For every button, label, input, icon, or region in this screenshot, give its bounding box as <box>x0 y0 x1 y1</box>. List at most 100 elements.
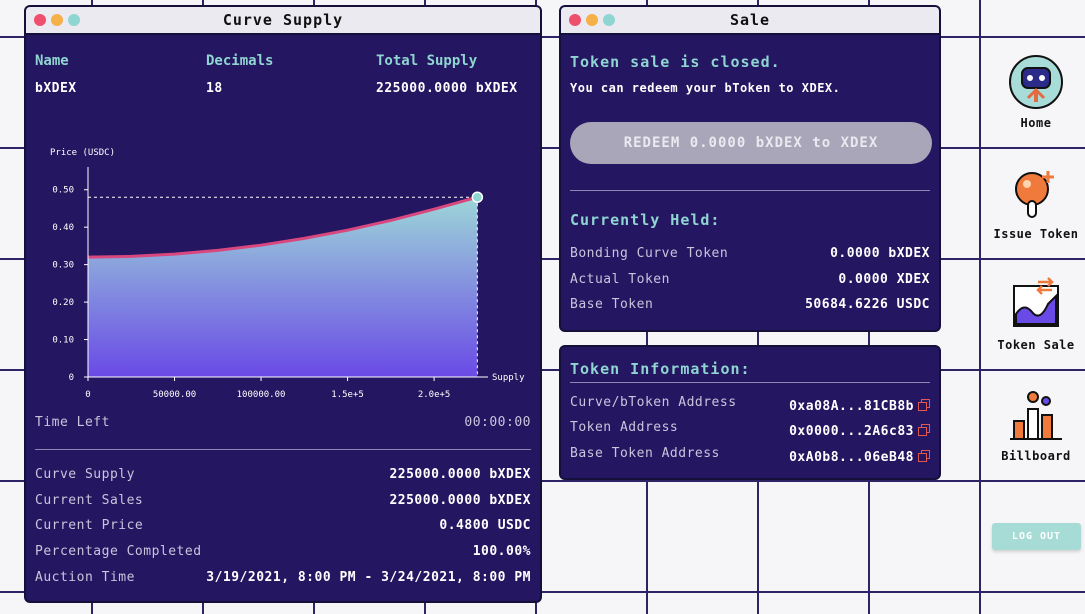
y-tick-label: 0.50 <box>52 186 74 196</box>
sale-titlebar: Sale <box>561 7 939 35</box>
time-left-row: Time Left 00:00:00 <box>35 415 531 430</box>
address-value: 0xa08A...81CB8b <box>789 399 914 414</box>
held-row: Bonding Curve Token 0.0000 bXDEX <box>570 246 930 261</box>
stat-value: 225000.0000 bXDEX <box>389 467 531 482</box>
copy-icon[interactable] <box>918 450 930 462</box>
token-header-labels: Name Decimals Total Supply <box>35 53 531 73</box>
x-tick-label: 2.0e+5 <box>418 390 451 400</box>
curve-supply-title: Curve Supply <box>222 11 344 29</box>
y-tick-label: 0.20 <box>52 298 74 308</box>
held-value: 0.0000 bXDEX <box>830 246 930 261</box>
close-dot[interactable] <box>569 14 581 26</box>
address-label: Curve/bToken Address <box>570 395 737 410</box>
robot-home-icon <box>1009 55 1063 109</box>
held-label: Actual Token <box>570 272 670 287</box>
address-label: Token Address <box>570 420 679 435</box>
chart-area-group <box>87 191 484 377</box>
held-row: Actual Token 0.0000 XDEX <box>570 272 930 287</box>
redeem-button[interactable]: REDEEM 0.0000 bXDEX to XDEX <box>570 122 932 164</box>
sale-window: Sale Token sale is closed. You can redee… <box>559 5 941 332</box>
address-value-group: 0xa08A...81CB8b <box>789 395 930 414</box>
stat-row: Auction Time 3/19/2021, 8:00 PM - 3/24/2… <box>35 570 531 585</box>
bonding-curve-chart: Price (USDC) Supply 0 0.10 0.20 0.30 0.40 0.5… <box>50 148 525 400</box>
decimals-value: 18 <box>206 81 223 96</box>
time-left-label: Time Left <box>35 415 110 430</box>
sidebar-label: Issue Token <box>993 227 1079 241</box>
address-value-group: 0x0000...2A6c83 <box>789 420 930 439</box>
stat-row: Current Sales 225000.0000 bXDEX <box>35 493 531 508</box>
token-sale-icon <box>1013 277 1059 327</box>
y-tick-label: 0 <box>69 373 74 383</box>
address-value: 0x0000...2A6c83 <box>789 424 914 439</box>
time-left-value: 00:00:00 <box>464 415 531 430</box>
address-label: Base Token Address <box>570 446 720 461</box>
sidebar-item-home[interactable]: Home <box>986 54 1085 130</box>
window-controls <box>569 14 615 26</box>
stat-value: 3/19/2021, 8:00 PM - 3/24/2021, 8:00 PM <box>206 570 531 585</box>
y-tick-label: 0.30 <box>52 261 74 271</box>
sale-status: Token sale is closed. <box>570 53 781 71</box>
current-point-marker <box>471 191 484 203</box>
sidebar-item-token-sale[interactable]: Token Sale <box>986 276 1085 352</box>
sidebar-label: Billboard <box>1001 449 1071 463</box>
maximize-dot[interactable] <box>68 14 80 26</box>
curve-supply-window: Curve Supply Name Decimals Total Supply … <box>24 5 542 603</box>
stat-row: Percentage Completed 100.00% <box>35 544 531 559</box>
y-tick-label: 0.10 <box>52 336 74 346</box>
y-axis-label: Price (USDC) <box>50 148 115 158</box>
stat-label: Curve Supply <box>35 467 135 482</box>
x-axis-label: Supply <box>492 373 525 383</box>
sidebar-item-issue-token[interactable]: Issue Token <box>980 165 1085 241</box>
held-label: Base Token <box>570 297 654 312</box>
sale-title: Sale <box>729 11 771 29</box>
log-out-button[interactable]: LOG OUT <box>992 523 1081 550</box>
held-value: 50684.6226 USDC <box>805 297 930 312</box>
currently-held-title: Currently Held: <box>570 211 721 229</box>
maximize-dot[interactable] <box>603 14 615 26</box>
token-information-title: Token Information: <box>570 360 751 378</box>
address-value-group: 0xA0b8...06eB48 <box>789 446 930 465</box>
sidebar-label: Home <box>1020 116 1052 130</box>
stat-label: Auction Time <box>35 570 135 585</box>
address-row: Base Token Address 0xA0b8...06eB48 <box>570 446 930 465</box>
x-tick-label: 100000.00 <box>237 390 286 400</box>
held-label: Bonding Curve Token <box>570 246 729 261</box>
address-value: 0xA0b8...06eB48 <box>789 450 914 465</box>
stat-label: Current Price <box>35 518 144 533</box>
minimize-dot[interactable] <box>586 14 598 26</box>
stat-label: Percentage Completed <box>35 544 202 559</box>
stat-value: 0.4800 USDC <box>439 518 531 533</box>
held-row: Base Token 50684.6226 USDC <box>570 297 930 312</box>
total-supply-header: Total Supply <box>376 53 478 69</box>
issue-token-icon <box>1015 171 1054 218</box>
x-tick-label: 0 <box>85 390 90 400</box>
curve-supply-titlebar: Curve Supply <box>26 7 540 35</box>
held-value: 0.0000 XDEX <box>838 272 930 287</box>
window-controls <box>34 14 80 26</box>
stat-label: Current Sales <box>35 493 144 508</box>
divider <box>570 190 930 191</box>
y-tick-label: 0.40 <box>52 223 74 233</box>
name-header: Name <box>35 53 69 69</box>
token-header-values: bXDEX 18 225000.0000 bXDEX <box>35 81 531 101</box>
sidebar-item-billboard[interactable]: Billboard <box>986 387 1085 463</box>
sale-subtitle: You can redeem your bToken to XDEX. <box>570 81 841 95</box>
divider <box>35 449 531 450</box>
stat-value: 100.00% <box>472 544 531 559</box>
stat-row: Current Price 0.4800 USDC <box>35 518 531 533</box>
stat-value: 225000.0000 bXDEX <box>389 493 531 508</box>
close-dot[interactable] <box>34 14 46 26</box>
billboard-icon <box>1010 391 1062 440</box>
copy-icon[interactable] <box>918 424 930 436</box>
divider <box>570 382 930 383</box>
sidebar-label: Token Sale <box>997 338 1075 352</box>
stat-row: Curve Supply 225000.0000 bXDEX <box>35 467 531 482</box>
curve-area <box>88 197 478 377</box>
minimize-dot[interactable] <box>51 14 63 26</box>
token-name-value: bXDEX <box>35 81 77 96</box>
copy-icon[interactable] <box>918 399 930 411</box>
total-supply-value: 225000.0000 bXDEX <box>376 81 518 96</box>
token-information-window: Token Information: Curve/bToken Address … <box>559 345 941 480</box>
address-row: Curve/bToken Address 0xa08A...81CB8b <box>570 395 930 414</box>
x-tick-label: 1.5e+5 <box>331 390 364 400</box>
